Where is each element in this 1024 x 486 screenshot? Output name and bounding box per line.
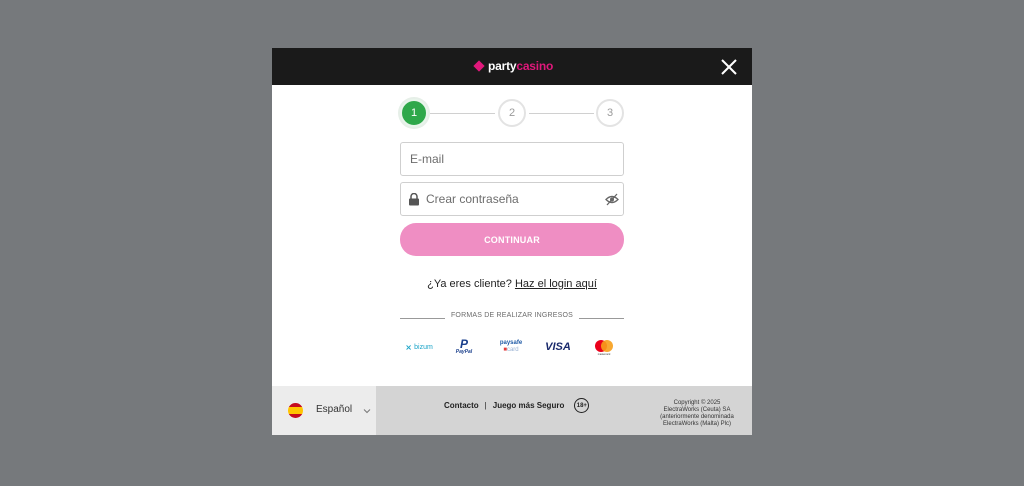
email-input[interactable]	[410, 143, 615, 175]
copyright-text: Copyright © 2025 ElectraWorks (Ceuta) SA…	[652, 400, 742, 428]
progress-stepper: 1 2 3	[400, 99, 626, 129]
eye-slash-icon[interactable]	[605, 193, 619, 206]
copyright-line: ElectraWorks (Ceuta) SA	[663, 407, 731, 413]
copyright-line: (anteriormente denominada	[660, 414, 734, 420]
paysafecard-label-bottom: card	[506, 347, 519, 353]
chevron-down-icon	[363, 409, 371, 414]
visa-label: VISA	[545, 341, 571, 353]
continue-button[interactable]: CONTINUAR	[400, 223, 624, 256]
deposit-methods-divider: FORMAS DE REALIZAR INGRESOS	[400, 312, 624, 324]
language-label: Español	[316, 404, 353, 415]
copyright-line: Copyright © 2025	[673, 400, 721, 406]
stepper-connector	[529, 113, 594, 114]
stepper-connector	[430, 113, 495, 114]
deposit-methods-title: FORMAS DE REALIZAR INGRESOS	[450, 312, 574, 319]
login-link[interactable]: Haz el login aquí	[515, 278, 597, 290]
spain-flag-icon	[288, 403, 303, 418]
password-field[interactable]	[400, 182, 624, 216]
visa-logo: VISA	[544, 336, 572, 358]
brand-logo: party casino	[473, 58, 554, 74]
payment-methods: ⨯ bizum P PayPal paysafe ■card VISA mast…	[400, 336, 624, 358]
copyright-line: ElectraWorks (Malta) Plc)	[663, 421, 731, 427]
close-icon	[721, 59, 737, 75]
password-input[interactable]	[426, 183, 601, 215]
language-selector[interactable]: Español	[272, 386, 376, 435]
contact-link[interactable]: Contacto	[444, 401, 479, 410]
bizum-label: bizum	[414, 343, 433, 351]
modal-footer: Español Contacto | Juego más Seguro 18+ …	[272, 386, 752, 435]
paypal-label: PayPal	[455, 349, 473, 355]
existing-customer-row: ¿Ya eres cliente? Haz el login aquí	[272, 278, 752, 290]
modal-header: party casino	[272, 48, 752, 85]
step-2: 2	[498, 99, 526, 127]
paysafecard-label-top: paysafe	[499, 340, 523, 346]
mastercard-icon: mastercard	[595, 340, 613, 356]
age-restriction-badge: 18+	[574, 398, 590, 413]
safer-gambling-link[interactable]: Juego más Seguro	[493, 401, 565, 410]
bizum-logo: ⨯ bizum	[405, 342, 433, 352]
paypal-logo: P PayPal	[455, 337, 473, 355]
mastercard-logo: mastercard	[592, 336, 616, 358]
paysafecard-logo: paysafe ■card	[499, 340, 523, 353]
footer-links: Contacto | Juego más Seguro 18+	[444, 398, 590, 413]
lock-icon	[409, 193, 419, 206]
mastercard-label: mastercard	[598, 353, 611, 356]
logo-diamond-icon	[473, 60, 485, 72]
step-3: 3	[596, 99, 624, 127]
registration-modal: party casino 1 2 3 CONTINUAR	[272, 48, 752, 435]
logo-text-casino: casino	[516, 59, 554, 73]
close-button[interactable]	[718, 56, 740, 78]
email-field[interactable]	[400, 142, 624, 176]
footer-separator: |	[484, 401, 487, 410]
logo-text-party: party	[488, 59, 517, 73]
existing-customer-prompt: ¿Ya eres cliente?	[427, 278, 512, 290]
step-1: 1	[400, 99, 428, 127]
